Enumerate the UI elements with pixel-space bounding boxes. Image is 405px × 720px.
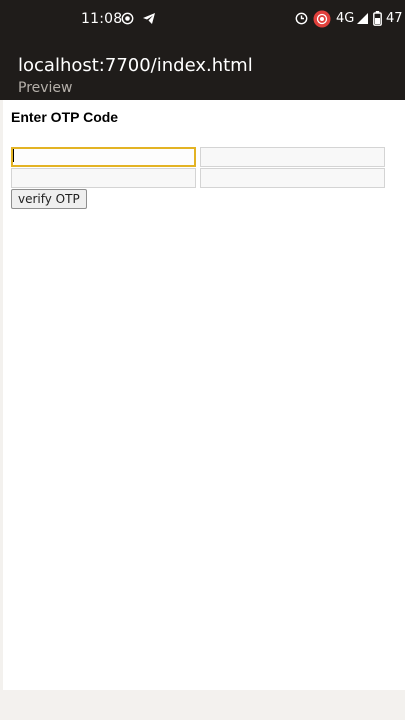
telegram-icon [143, 13, 155, 24]
verify-otp-button[interactable]: verify OTP [11, 189, 87, 209]
otp-input-3[interactable] [11, 168, 196, 188]
preview-label: Preview [18, 80, 73, 96]
signal-icon [357, 13, 368, 24]
otp-input-1[interactable] [11, 147, 196, 167]
otp-input-2[interactable] [200, 147, 385, 167]
status-time: 11:08 [81, 11, 123, 27]
recording-indicator-icon [313, 10, 331, 28]
page-title: Enter OTP Code [11, 109, 119, 125]
location-sync-icon [295, 12, 308, 25]
status-bar: 11:08 4G 47 [0, 0, 405, 40]
battery-icon [373, 11, 382, 26]
web-page-content: Enter OTP Code verify OTP [3, 100, 405, 690]
otp-input-4[interactable] [200, 168, 385, 188]
network-type-label: 4G [336, 11, 355, 26]
screen-record-icon [121, 12, 134, 25]
page-url[interactable]: localhost:7700/index.html [18, 55, 253, 76]
phone-screen: 11:08 4G 47 localhost:7700/index.html Pr… [0, 0, 405, 720]
text-cursor [13, 149, 14, 162]
browser-header: localhost:7700/index.html Preview [0, 40, 405, 100]
battery-percent: 47 [386, 11, 403, 26]
